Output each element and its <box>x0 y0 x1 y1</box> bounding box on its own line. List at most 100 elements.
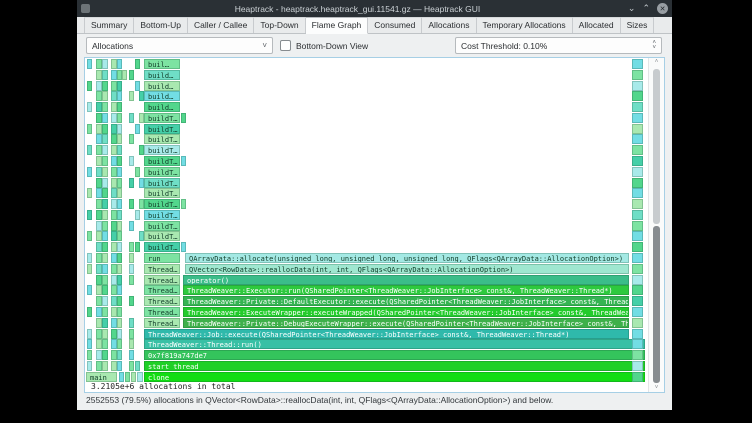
flame-strip[interactable] <box>102 275 108 285</box>
flame-strip[interactable] <box>632 307 643 317</box>
flame-strip[interactable] <box>181 242 186 252</box>
flame-strip[interactable] <box>122 70 127 80</box>
flame-strip[interactable] <box>102 91 108 101</box>
flame-block[interactable]: run <box>144 253 180 263</box>
flame-block[interactable]: buildT… <box>144 242 180 252</box>
flame-strip[interactable] <box>117 124 122 134</box>
flame-strip[interactable] <box>129 178 134 188</box>
flame-strip[interactable] <box>117 167 122 177</box>
flame-strip[interactable] <box>102 285 108 295</box>
flame-strip[interactable] <box>117 91 122 101</box>
flame-strip[interactable] <box>102 81 108 91</box>
flame-strip[interactable] <box>129 318 134 328</box>
flame-strip[interactable] <box>129 350 134 360</box>
flame-block[interactable]: ThreadWeaver::Thread::run() <box>144 339 645 349</box>
flame-block[interactable]: buildT… <box>144 188 180 198</box>
flame-strip[interactable] <box>117 285 122 295</box>
flame-block[interactable]: Thread… <box>144 296 180 306</box>
flame-strip[interactable] <box>87 210 92 220</box>
flame-strip[interactable] <box>102 318 108 328</box>
flame-strip[interactable] <box>632 221 643 231</box>
flame-strip[interactable] <box>135 124 140 134</box>
flame-strip[interactable] <box>632 339 643 349</box>
flame-strip[interactable] <box>87 188 92 198</box>
bottom-down-view-option[interactable]: Bottom-Down View <box>280 37 368 54</box>
flame-strip[interactable] <box>632 210 643 220</box>
flame-strip[interactable] <box>181 113 186 123</box>
flame-strip[interactable] <box>117 307 122 317</box>
flame-strip[interactable] <box>102 350 108 360</box>
flame-strip[interactable] <box>632 242 643 252</box>
flame-block[interactable]: Thread… <box>144 285 180 295</box>
flame-strip[interactable] <box>102 339 108 349</box>
flame-strip[interactable] <box>129 113 134 123</box>
minimize-icon[interactable]: ⌄ <box>628 4 636 13</box>
flame-strip[interactable] <box>632 102 643 112</box>
flame-strip[interactable] <box>117 253 122 263</box>
flame-block[interactable]: ThreadWeaver::ExecuteWrapper::executeWra… <box>183 307 629 317</box>
flame-strip[interactable] <box>117 188 122 198</box>
flame-strip[interactable] <box>87 59 92 69</box>
flame-strip[interactable] <box>117 178 122 188</box>
flame-block[interactable]: ThreadWeaver::Private::DebugExecuteWrapp… <box>183 318 629 328</box>
flame-strip[interactable] <box>117 318 122 328</box>
flame-block[interactable]: QVector<RowData>::reallocData(int, int, … <box>185 264 629 274</box>
flame-strip[interactable] <box>117 296 122 306</box>
flame-strip[interactable] <box>102 145 108 155</box>
flame-strip[interactable] <box>87 285 92 295</box>
scroll-down-icon[interactable]: ˅ <box>649 385 664 391</box>
flame-strip[interactable] <box>102 178 108 188</box>
cost-threshold-spinbox[interactable]: Cost Threshold: 0.10% ˄ ˅ <box>455 37 662 54</box>
flame-strip[interactable] <box>102 242 108 252</box>
flame-strip[interactable] <box>117 113 122 123</box>
flame-block[interactable]: Thread… <box>144 318 180 328</box>
flame-strip[interactable] <box>632 372 643 382</box>
tab-consumed[interactable]: Consumed <box>368 17 422 33</box>
flame-strip[interactable] <box>129 134 134 144</box>
flame-strip[interactable] <box>632 318 643 328</box>
flame-strip[interactable] <box>632 91 643 101</box>
flame-strip[interactable] <box>135 242 140 252</box>
flame-strip[interactable] <box>129 339 134 349</box>
tab-top-down[interactable]: Top-Down <box>254 17 305 33</box>
flame-block[interactable]: buildT… <box>144 199 180 209</box>
flame-strip[interactable] <box>102 59 108 69</box>
flame-strip[interactable] <box>117 350 122 360</box>
flame-block[interactable]: operator() <box>183 275 629 285</box>
flame-strip[interactable] <box>117 210 122 220</box>
flame-strip[interactable] <box>129 264 134 274</box>
flame-strip[interactable] <box>117 156 122 166</box>
flame-strip[interactable] <box>102 102 108 112</box>
flame-strip[interactable] <box>129 242 134 252</box>
flame-strip[interactable] <box>117 264 122 274</box>
flame-strip[interactable] <box>102 124 108 134</box>
tab-temporary-allocations[interactable]: Temporary Allocations <box>477 17 573 33</box>
flame-strip[interactable] <box>117 329 122 339</box>
flame-strip[interactable] <box>117 221 122 231</box>
flame-strip[interactable] <box>135 59 140 69</box>
flame-strip[interactable] <box>102 231 108 241</box>
flame-block[interactable]: buildT… <box>144 178 180 188</box>
flame-strip[interactable] <box>87 81 92 91</box>
flame-strip[interactable] <box>135 167 140 177</box>
flame-strip[interactable] <box>87 339 92 349</box>
flame-strip[interactable] <box>632 156 643 166</box>
flame-strip[interactable] <box>632 113 643 123</box>
flame-strip[interactable] <box>632 145 643 155</box>
flame-strip[interactable] <box>632 253 643 263</box>
flame-block[interactable]: start_thread <box>144 361 645 371</box>
flame-strip[interactable] <box>129 329 134 339</box>
flame-strip[interactable] <box>87 124 92 134</box>
flame-block[interactable]: ThreadWeaver::Executor::run(QSharedPoint… <box>183 285 629 295</box>
flame-strip[interactable] <box>102 156 108 166</box>
flame-strip[interactable] <box>117 145 122 155</box>
flame-strip[interactable] <box>135 81 140 91</box>
tab-bottom-up[interactable]: Bottom-Up <box>134 17 188 33</box>
flame-strip[interactable] <box>102 221 108 231</box>
flame-strip[interactable] <box>117 199 122 209</box>
title-bar[interactable]: Heaptrack - heaptrack.heaptrack_gui.1154… <box>77 0 672 17</box>
flame-strip[interactable] <box>135 210 140 220</box>
flame-strip[interactable] <box>102 113 108 123</box>
flame-strip[interactable] <box>129 156 134 166</box>
flame-strip[interactable] <box>117 361 122 371</box>
